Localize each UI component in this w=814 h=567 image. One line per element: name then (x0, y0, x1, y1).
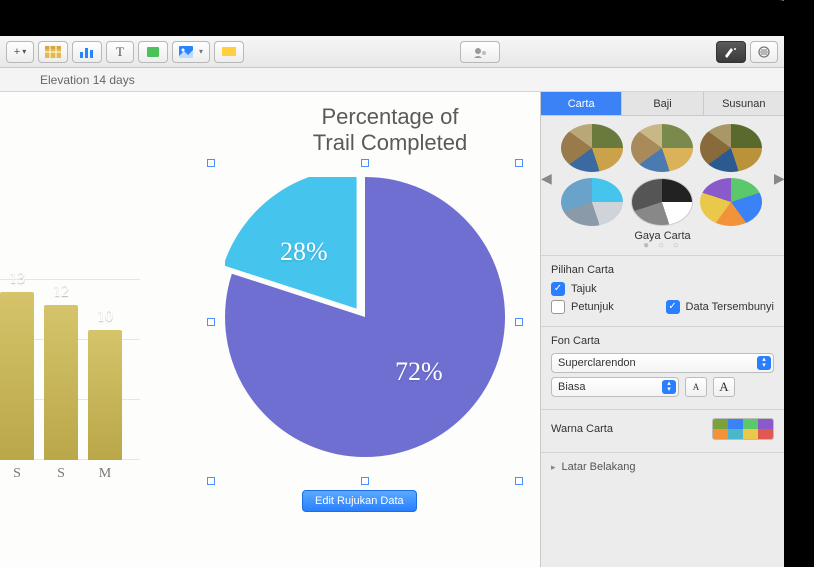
pie-slice-label: 28% (280, 237, 328, 267)
chart-style-thumb[interactable] (561, 178, 623, 226)
media-button[interactable]: ▾ (172, 41, 210, 63)
chevron-left-icon[interactable]: ◀ (541, 170, 551, 187)
chart-title[interactable]: Percentage of Trail Completed (260, 104, 520, 157)
background-section: Latar Belakang (541, 452, 784, 481)
chart-style-thumb[interactable] (700, 124, 762, 172)
page-dots[interactable]: ● ○ ○ (547, 240, 778, 251)
resize-handle[interactable] (361, 159, 369, 167)
font-larger-button[interactable]: A (713, 377, 735, 397)
bar: 12 (44, 305, 78, 460)
resize-handle[interactable] (207, 477, 215, 485)
checkbox-legend[interactable] (551, 300, 565, 314)
tab-wedge[interactable]: Baji (622, 92, 703, 115)
filter-button[interactable] (750, 41, 778, 63)
section-title: Fon Carta (551, 335, 774, 347)
color-swatch-picker[interactable] (712, 418, 774, 440)
chart-options-section: Pilihan Carta Tajuk Petunjuk Data Tersem… (541, 255, 784, 326)
chart-font-section: Fon Carta Superclarendon Biasa A A (541, 326, 784, 409)
bar: 10 (88, 330, 122, 460)
font-smaller-button[interactable]: A (685, 377, 707, 397)
chart-style-thumb[interactable] (631, 178, 693, 226)
toolbar: +▾ T ▾ (0, 36, 784, 68)
chart-color-section: Warna Carta (541, 409, 784, 452)
bar-chart-preview: 13 12 10 S S M (0, 202, 140, 482)
shape-button[interactable] (138, 41, 168, 63)
sheet-tab-bar: Elevation 14 days (0, 68, 784, 92)
format-inspector-button[interactable] (716, 41, 746, 63)
chart-style-thumb[interactable] (700, 178, 762, 226)
disclosure-background[interactable]: Latar Belakang (551, 461, 774, 473)
resize-handle[interactable] (515, 477, 523, 485)
chevron-right-icon[interactable]: ▶ (774, 170, 784, 187)
chart-style-thumb[interactable] (631, 124, 693, 172)
comment-button[interactable] (214, 41, 244, 63)
checkbox-label: Data Tersembunyi (686, 301, 774, 313)
pie-chart[interactable]: 28% 72% (225, 177, 505, 457)
chart-button[interactable] (72, 41, 102, 63)
checkbox-title[interactable] (551, 282, 565, 296)
collab-button[interactable] (460, 41, 500, 63)
format-inspector: Carta Baji Susunan ◀ ▶ Gaya Carta ● ○ ○ (540, 92, 784, 567)
tab-arrange[interactable]: Susunan (704, 92, 784, 115)
canvas[interactable]: 13 12 10 S S M Percentage of Trail Compl… (0, 92, 540, 567)
edit-data-button[interactable]: Edit Rujukan Data (302, 490, 417, 512)
text-button[interactable]: T (106, 41, 134, 63)
tab-chart[interactable]: Carta (541, 92, 622, 115)
resize-handle[interactable] (207, 318, 215, 326)
pie-slice-label: 72% (395, 357, 443, 387)
chart-style-picker: ◀ ▶ Gaya Carta ● ○ ○ (541, 116, 784, 255)
section-title: Warna Carta (551, 423, 613, 435)
chart-style-thumb[interactable] (561, 124, 623, 172)
font-style-select[interactable]: Biasa (551, 377, 679, 397)
resize-handle[interactable] (515, 318, 523, 326)
resize-handle[interactable] (515, 159, 523, 167)
font-family-select[interactable]: Superclarendon (551, 353, 774, 373)
table-button[interactable] (38, 41, 68, 63)
section-title: Pilihan Carta (551, 264, 774, 276)
inspector-tabs: Carta Baji Susunan (541, 92, 784, 116)
checkbox-label: Tajuk (571, 283, 597, 295)
checkbox-label: Petunjuk (571, 301, 614, 313)
resize-handle[interactable] (207, 159, 215, 167)
resize-handle[interactable] (361, 477, 369, 485)
sheet-name[interactable]: Elevation 14 days (40, 73, 135, 87)
insert-dropdown-button[interactable]: +▾ (6, 41, 34, 63)
bar: 13 (0, 292, 34, 460)
checkbox-hidden-data[interactable] (666, 300, 680, 314)
app-window: +▾ T ▾ Elevation 14 days 13 12 10 (0, 36, 784, 567)
